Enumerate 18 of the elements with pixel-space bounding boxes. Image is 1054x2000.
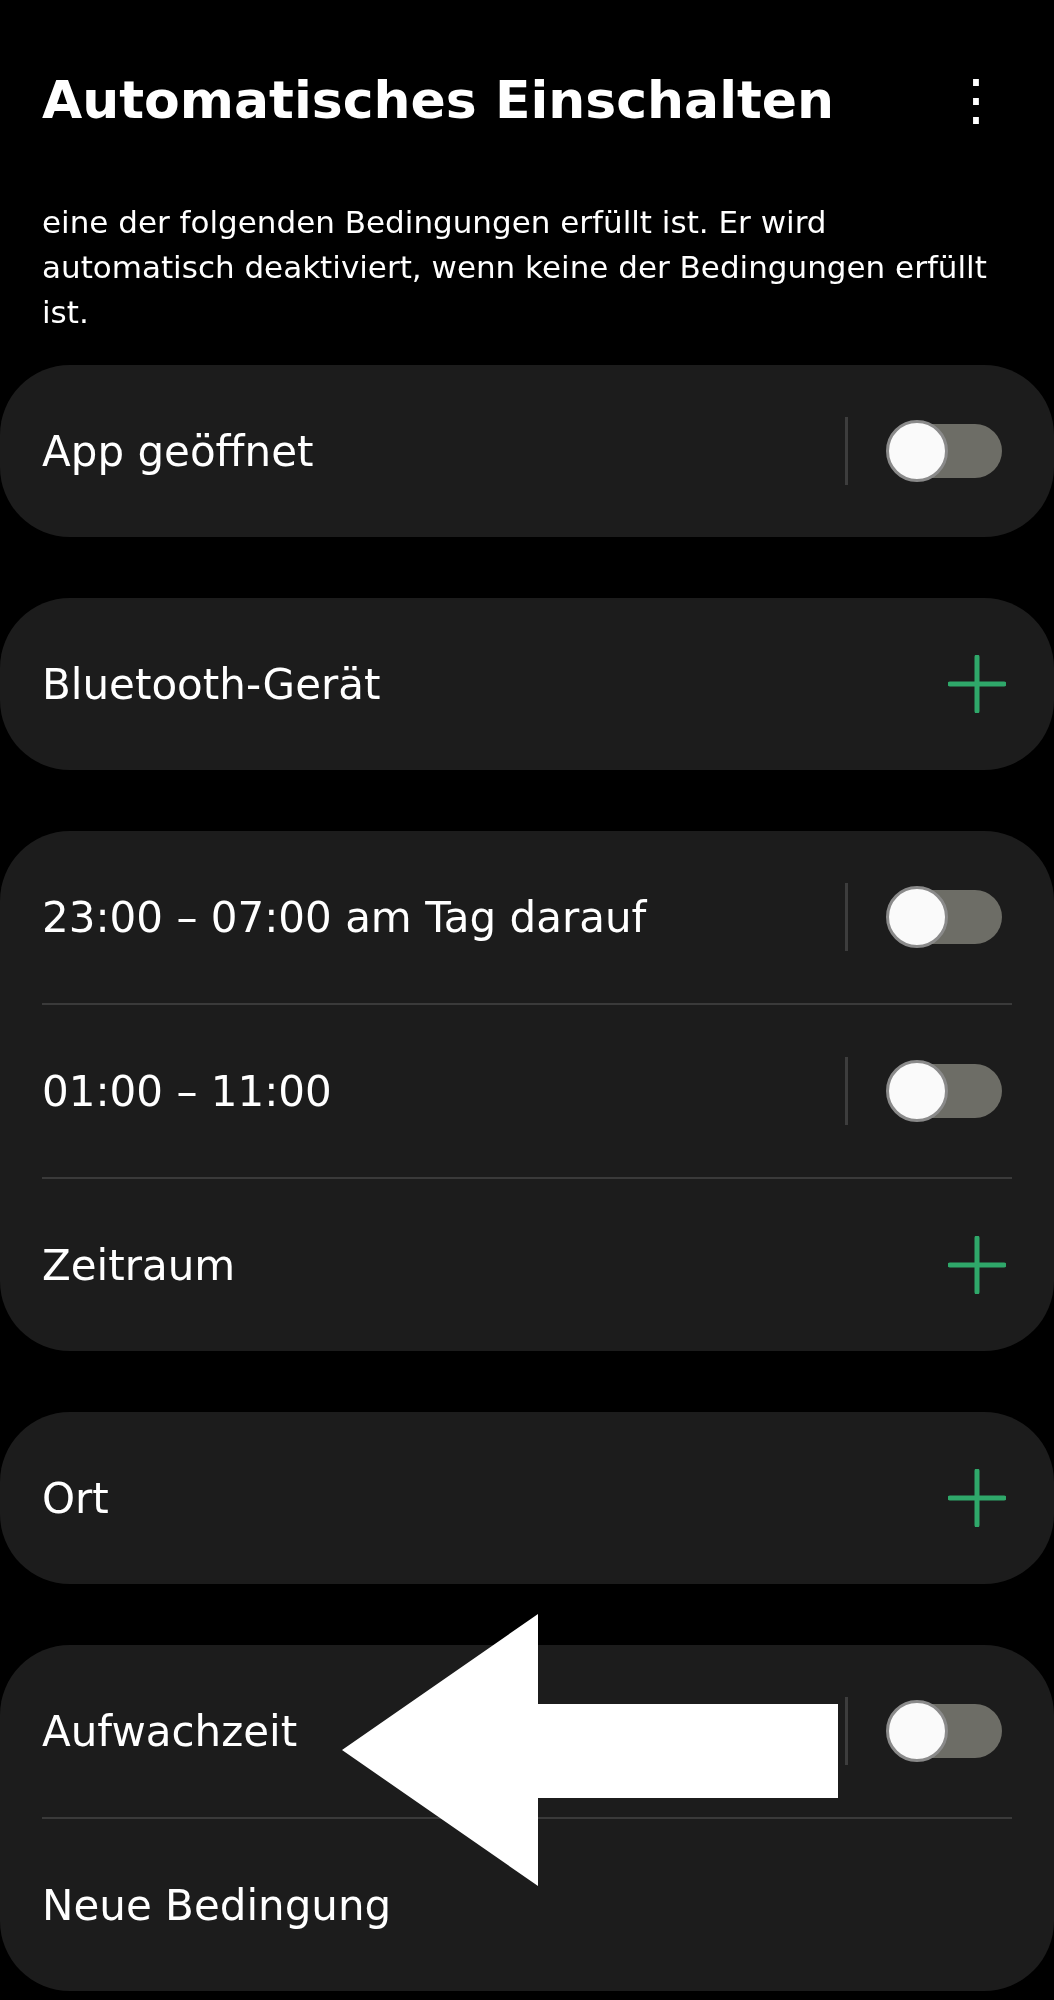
add-icon[interactable] <box>948 1469 1006 1527</box>
condition-label[interactable]: Neue Bedingung <box>42 1880 392 1930</box>
toggle-switch[interactable] <box>886 1059 1002 1123</box>
description-text: eine der folgenden Bedingungen erfüllt ist. Er wird automatisch deaktiviert, wenn keine der Bedingungen erfüllt ist. <box>41 203 988 332</box>
condition-label[interactable]: 23:00 – 07:00 am Tag darauf <box>42 892 647 942</box>
add-icon[interactable] <box>948 1236 1006 1294</box>
condition-label[interactable]: Ort <box>42 1473 109 1523</box>
condition-label[interactable]: App geöffnet <box>42 426 314 476</box>
condition-label[interactable]: Zeitraum <box>42 1240 236 1290</box>
condition-label[interactable]: Aufwachzeit <box>42 1706 298 1756</box>
more-options-button[interactable]: ⋮ <box>940 72 1012 128</box>
toggle-switch[interactable] <box>886 1699 1002 1763</box>
condition-label[interactable]: Bluetooth-Gerät <box>42 659 381 709</box>
toggle-switch[interactable] <box>886 885 1002 949</box>
condition-label[interactable]: 01:00 – 11:00 <box>42 1066 332 1116</box>
toggle-switch[interactable] <box>886 419 1002 483</box>
page-title: Automatisches Einschalten <box>42 70 835 130</box>
add-icon[interactable] <box>948 655 1006 713</box>
